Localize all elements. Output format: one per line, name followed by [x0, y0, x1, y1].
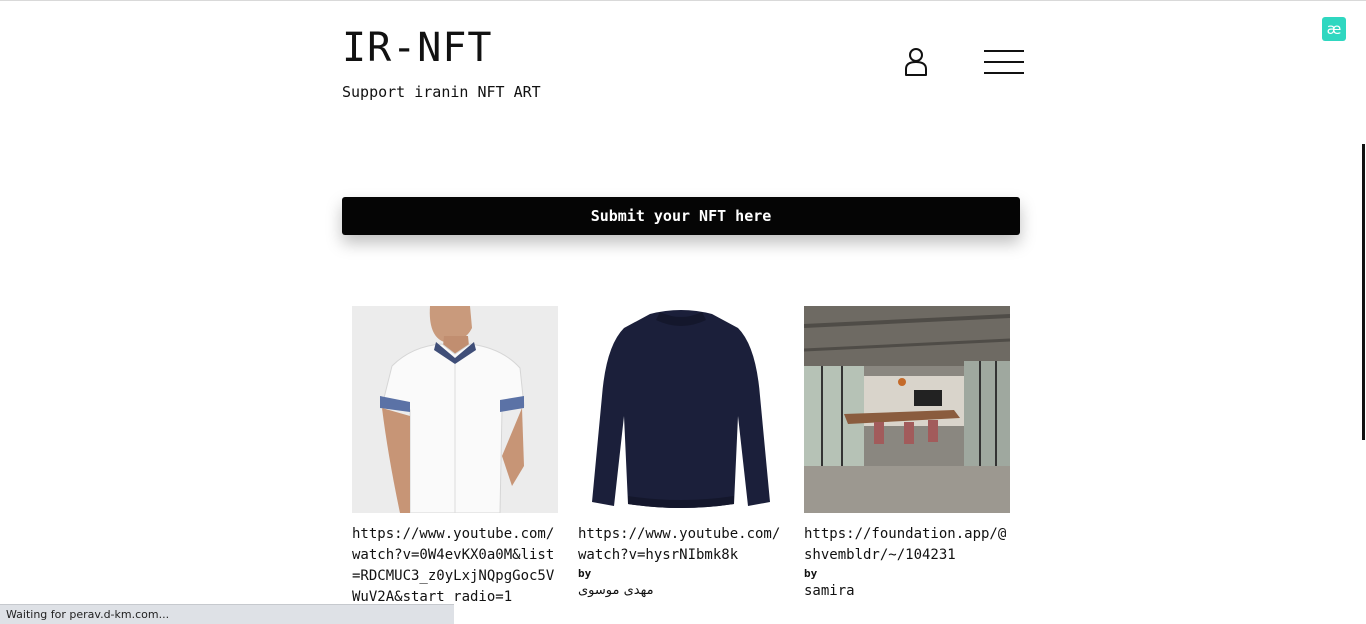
- submit-nft-button[interactable]: Submit your NFT here: [342, 197, 1020, 235]
- site-tagline: Support iranin NFT ART: [342, 83, 541, 101]
- nft-card: https://foundation.app/@shvembldr/~/1042…: [804, 306, 1014, 601]
- nft-card: https://www.youtube.com/watch?v=hysrNIbm…: [578, 306, 788, 601]
- scrollbar[interactable]: [1362, 144, 1365, 440]
- site-title[interactable]: IR-NFT: [342, 24, 493, 72]
- menu-line: [984, 72, 1024, 74]
- nft-card: https://www.youtube.com/watch?v=0W4evKX0…: [352, 306, 562, 608]
- menu-line: [984, 61, 1024, 63]
- nft-link[interactable]: https://www.youtube.com/watch?v=hysrNIbm…: [578, 524, 784, 566]
- menu-button[interactable]: [984, 50, 1026, 74]
- top-border: [0, 0, 1366, 1]
- nft-link[interactable]: https://www.youtube.com/watch?v=0W4evKX0…: [352, 524, 558, 608]
- nft-link[interactable]: https://foundation.app/@shvembldr/~/1042…: [804, 524, 1010, 566]
- office-interior-photo[interactable]: [804, 306, 1010, 513]
- by-label: by: [578, 567, 592, 580]
- author-name[interactable]: مهدی موسوی: [578, 581, 788, 601]
- user-icon: [905, 48, 927, 76]
- white-shirt-photo[interactable]: [352, 306, 558, 513]
- hamburger-menu-icon: [984, 50, 1024, 52]
- extension-badge[interactable]: æ: [1322, 17, 1346, 41]
- navy-sweater-photo[interactable]: [578, 306, 784, 513]
- account-button[interactable]: [902, 47, 930, 77]
- by-label: by: [804, 567, 818, 580]
- browser-status-bar: Waiting for perav.d-km.com...: [0, 604, 454, 624]
- author-name[interactable]: samira: [804, 581, 1014, 601]
